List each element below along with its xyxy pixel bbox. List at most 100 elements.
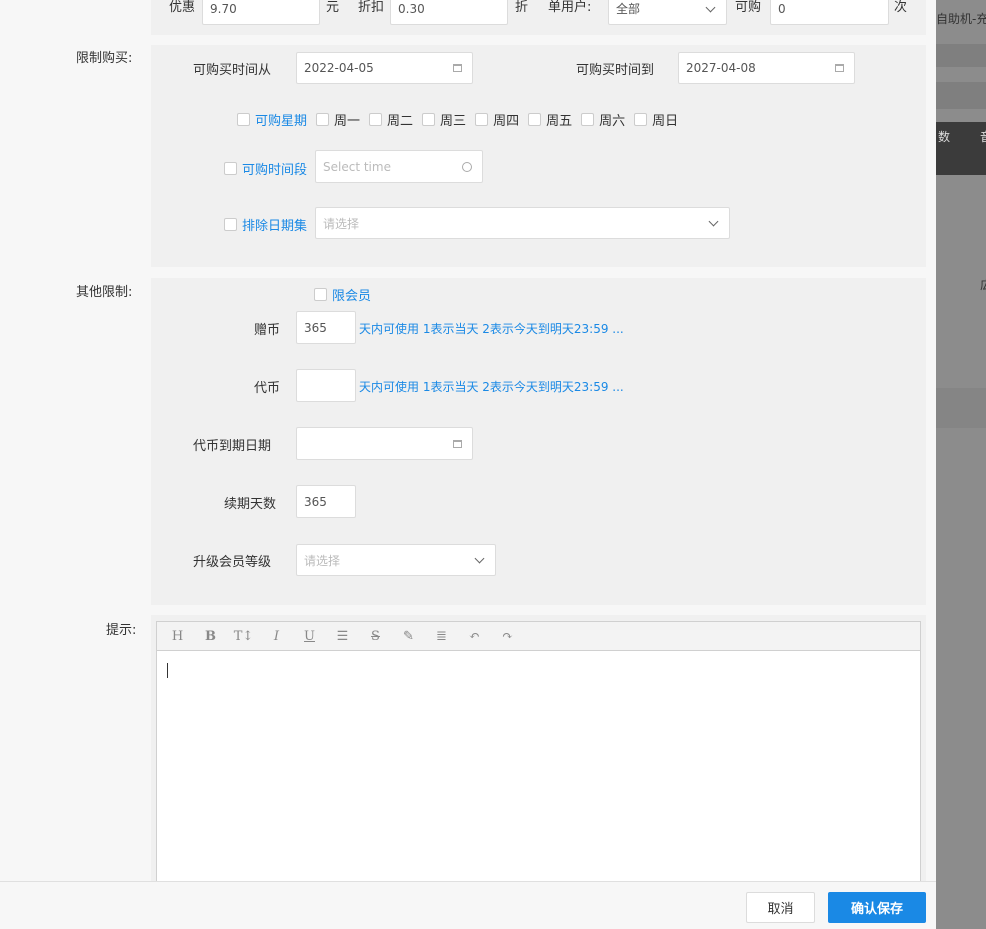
- list-icon[interactable]: ☰: [326, 629, 359, 644]
- checkbox[interactable]: [581, 113, 595, 126]
- checkbox[interactable]: [422, 113, 436, 126]
- per-user-select[interactable]: 全部: [608, 0, 727, 25]
- highlight-icon[interactable]: ✎: [392, 629, 425, 644]
- weekday-sat[interactable]: 周六: [581, 110, 625, 129]
- weekday-wed[interactable]: 周三: [422, 110, 466, 129]
- strikethrough-icon[interactable]: S: [359, 629, 392, 644]
- bonus-coin-label: 赠币: [254, 323, 281, 338]
- time-period-label: 可购时间段: [242, 163, 308, 178]
- checkbox[interactable]: [634, 113, 648, 126]
- token-input[interactable]: [296, 369, 356, 402]
- checkbox[interactable]: [528, 113, 542, 126]
- save-button[interactable]: 确认保存: [828, 892, 926, 923]
- bonus-coin-value: 365: [304, 320, 327, 335]
- redo-icon[interactable]: ↷: [491, 629, 524, 644]
- purchase-limit-panel: 可购买时间从 2022-04-05 可购买时间到 2027-04-08 可购星期…: [151, 45, 926, 267]
- font-size-icon[interactable]: T↕: [227, 629, 260, 644]
- chevron-down-icon: [474, 553, 485, 564]
- weekday-label: 周六: [599, 114, 626, 129]
- discount-label: 优惠: [169, 0, 196, 15]
- chevron-down-icon: [705, 2, 716, 12]
- edit-drawer: 优惠 9.70 元 折扣 0.30 折 单用户: 全部 可购 0 次 限制购买:…: [0, 0, 936, 929]
- checkbox[interactable]: [369, 113, 383, 126]
- upgrade-level-select[interactable]: 请选择: [296, 544, 496, 576]
- time-placeholder: Select time: [323, 159, 391, 174]
- drawer-footer: 取消 确认保存: [0, 881, 936, 929]
- pricing-panel: 优惠 9.70 元 折扣 0.30 折 单用户: 全部 可购 0 次: [151, 0, 926, 35]
- other-limit-label: 其他限制:: [76, 285, 133, 300]
- purchasable-input[interactable]: 0: [770, 0, 889, 25]
- background-page: 自助机-充 数 音 広: [936, 0, 986, 929]
- checkbox[interactable]: [314, 288, 327, 301]
- weekday-label: 周三: [440, 114, 467, 129]
- upgrade-placeholder: 请选择: [304, 553, 341, 568]
- tips-label: 提示:: [106, 623, 137, 638]
- editor-toolbar: H B T↕ I U ☰ S ✎ ≣ ↶ ↷: [157, 622, 920, 651]
- weekday-thu[interactable]: 周四: [475, 110, 519, 129]
- checkbox[interactable]: [224, 162, 237, 175]
- weekday-label: 周二: [387, 114, 414, 129]
- to-date-input[interactable]: 2027-04-08: [678, 52, 855, 84]
- tips-panel: H B T↕ I U ☰ S ✎ ≣ ↶ ↷: [151, 615, 926, 883]
- weekday-fri[interactable]: 周五: [528, 110, 572, 129]
- renew-days-value: 365: [304, 494, 327, 509]
- undo-icon[interactable]: ↶: [458, 629, 491, 644]
- from-date-input[interactable]: 2022-04-05: [296, 52, 473, 84]
- checkbox[interactable]: [316, 113, 330, 126]
- rate-unit: 折: [515, 0, 529, 15]
- chevron-down-icon: [708, 216, 719, 227]
- weekday-label: 周五: [546, 114, 573, 129]
- bonus-coin-input[interactable]: 365: [296, 311, 356, 344]
- weekday-label: 周一: [334, 114, 361, 129]
- exclude-dates-select[interactable]: 请选择: [315, 207, 730, 239]
- checkbox[interactable]: [224, 218, 237, 231]
- renew-days-input[interactable]: 365: [296, 485, 356, 518]
- weekday-sun[interactable]: 周日: [634, 110, 678, 129]
- bold-icon[interactable]: B: [194, 629, 227, 644]
- weekday-tue[interactable]: 周二: [369, 110, 413, 129]
- per-user-value: 全部: [616, 2, 641, 16]
- weekday-row: 可购星期 周一 周二 周三 周四 周五 周六 周日: [237, 110, 687, 129]
- to-label: 可购买时间到: [576, 63, 655, 78]
- heading-icon[interactable]: H: [161, 629, 194, 644]
- per-user-label: 单用户:: [548, 0, 592, 15]
- purchasable-value: 0: [778, 1, 786, 16]
- token-expiry-label: 代币到期日期: [193, 439, 272, 454]
- weekday-checkbox[interactable]: 可购星期: [237, 110, 307, 129]
- underline-icon[interactable]: U: [293, 629, 326, 644]
- checkbox[interactable]: [237, 113, 250, 126]
- background-row: [936, 44, 986, 67]
- other-limit-panel: 限会员 赠币 365 天内可使用 1表示当天 2表示今天到明天23:59 ...…: [151, 278, 926, 605]
- background-row: [936, 388, 986, 428]
- discount-input[interactable]: 9.70: [202, 0, 320, 25]
- background-row: [936, 82, 986, 109]
- time-period-input[interactable]: Select time: [315, 150, 483, 183]
- purchase-limit-label: 限制购买:: [76, 51, 133, 66]
- align-icon[interactable]: ≣: [425, 629, 458, 644]
- clock-icon: [462, 161, 472, 172]
- time-period-checkbox[interactable]: 可购时间段: [224, 159, 307, 178]
- bonus-coin-hint: 天内可使用 1表示当天 2表示今天到明天23:59 ...: [359, 322, 624, 336]
- token-hint: 天内可使用 1表示当天 2表示今天到明天23:59 ...: [359, 380, 624, 394]
- exclude-dates-label: 排除日期集: [242, 219, 308, 234]
- cancel-button[interactable]: 取消: [746, 892, 815, 923]
- member-only-checkbox[interactable]: 限会员: [314, 285, 371, 304]
- weekday-mon[interactable]: 周一: [316, 110, 360, 129]
- from-date-value: 2022-04-05: [304, 61, 374, 75]
- background-col-a: 数: [938, 130, 951, 144]
- rate-value: 0.30: [398, 1, 425, 16]
- token-expiry-input[interactable]: [296, 427, 473, 460]
- calendar-icon: [453, 64, 462, 72]
- editor-content[interactable]: [157, 651, 920, 882]
- weekday-label: 周日: [652, 114, 679, 129]
- from-label: 可购买时间从: [193, 63, 272, 78]
- rate-input[interactable]: 0.30: [390, 0, 508, 25]
- to-date-value: 2027-04-08: [686, 61, 756, 75]
- exclude-placeholder: 请选择: [323, 216, 360, 231]
- discount-value: 9.70: [210, 1, 237, 16]
- checkbox[interactable]: [475, 113, 489, 126]
- exclude-dates-checkbox[interactable]: 排除日期集: [224, 215, 307, 234]
- rich-text-editor: H B T↕ I U ☰ S ✎ ≣ ↶ ↷: [156, 621, 921, 883]
- italic-icon[interactable]: I: [260, 629, 293, 644]
- purchasable-label: 可购: [735, 0, 762, 15]
